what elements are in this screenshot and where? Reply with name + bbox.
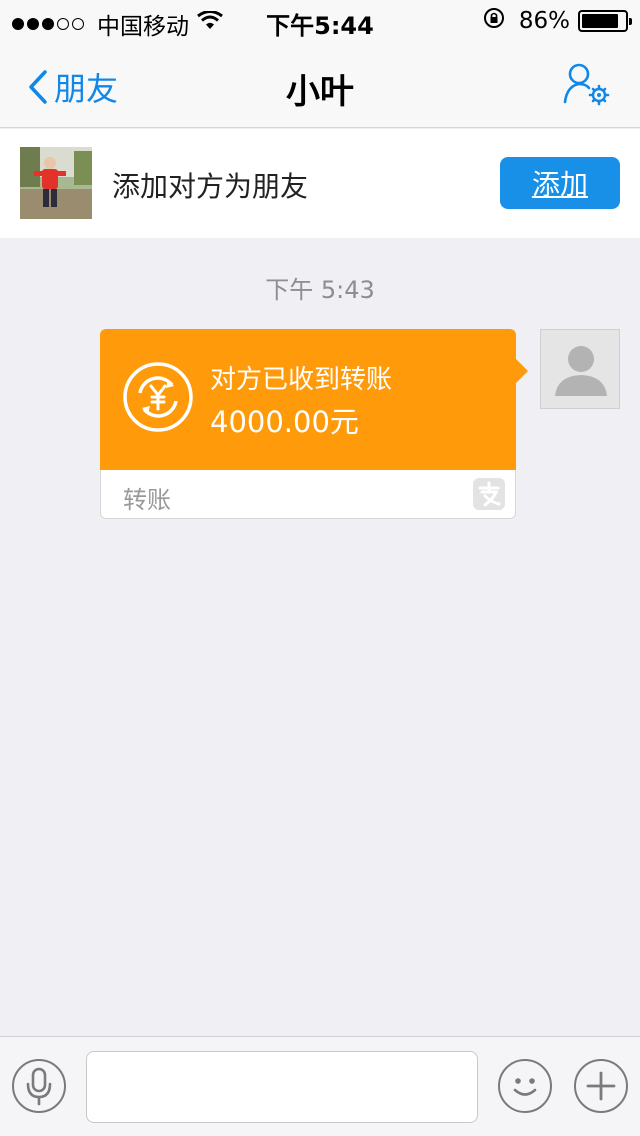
transfer-label: 转账 (123, 486, 171, 514)
add-friend-prompt: 添加对方为朋友 (112, 170, 309, 203)
microphone-icon (26, 1067, 52, 1106)
transfer-amount: 4000.00元 (210, 405, 359, 439)
battery-icon (578, 10, 632, 32)
wifi-icon (197, 10, 223, 37)
user-settings-icon[interactable] (562, 62, 610, 110)
transfer-status: 对方已收到转账 (210, 365, 393, 395)
battery-percent: 86% (518, 8, 570, 34)
contact-avatar[interactable] (20, 147, 92, 219)
status-right: 86% (483, 7, 632, 35)
nav-bar: 朋友 小叶 (0, 40, 640, 128)
emoji-icon (513, 1078, 537, 1096)
alipay-icon (473, 478, 505, 514)
status-left: 中国移动 (12, 7, 223, 41)
back-button[interactable]: 朋友 (28, 64, 118, 110)
back-label: 朋友 (54, 70, 119, 108)
transfer-card-header: 对方已收到转账 4000.00元 (100, 329, 516, 470)
message-input[interactable] (86, 1051, 478, 1123)
signal-dots (12, 18, 87, 30)
status-bar: 中国移动 下午5:44 86% (0, 0, 640, 40)
add-friend-bar: 添加对方为朋友 添加 (0, 129, 640, 238)
microphone-button[interactable] (12, 1059, 66, 1113)
more-button[interactable] (574, 1059, 628, 1113)
rotation-lock-icon (483, 7, 505, 35)
transfer-message[interactable]: 对方已收到转账 4000.00元 转账 (100, 329, 528, 519)
currency-yuan-icon (122, 361, 194, 437)
input-bar (0, 1036, 640, 1136)
chevron-left-icon (29, 70, 47, 104)
chat-timestamp: 下午 5:43 (265, 276, 375, 304)
carrier-name: 中国移动 (97, 14, 189, 40)
add-friend-button[interactable]: 添加 (500, 157, 620, 209)
bubble-tail (516, 359, 528, 383)
self-avatar[interactable] (540, 329, 620, 409)
plus-icon (586, 1071, 616, 1101)
transfer-card-footer: 转账 (100, 470, 516, 519)
emoji-button[interactable] (498, 1059, 552, 1113)
